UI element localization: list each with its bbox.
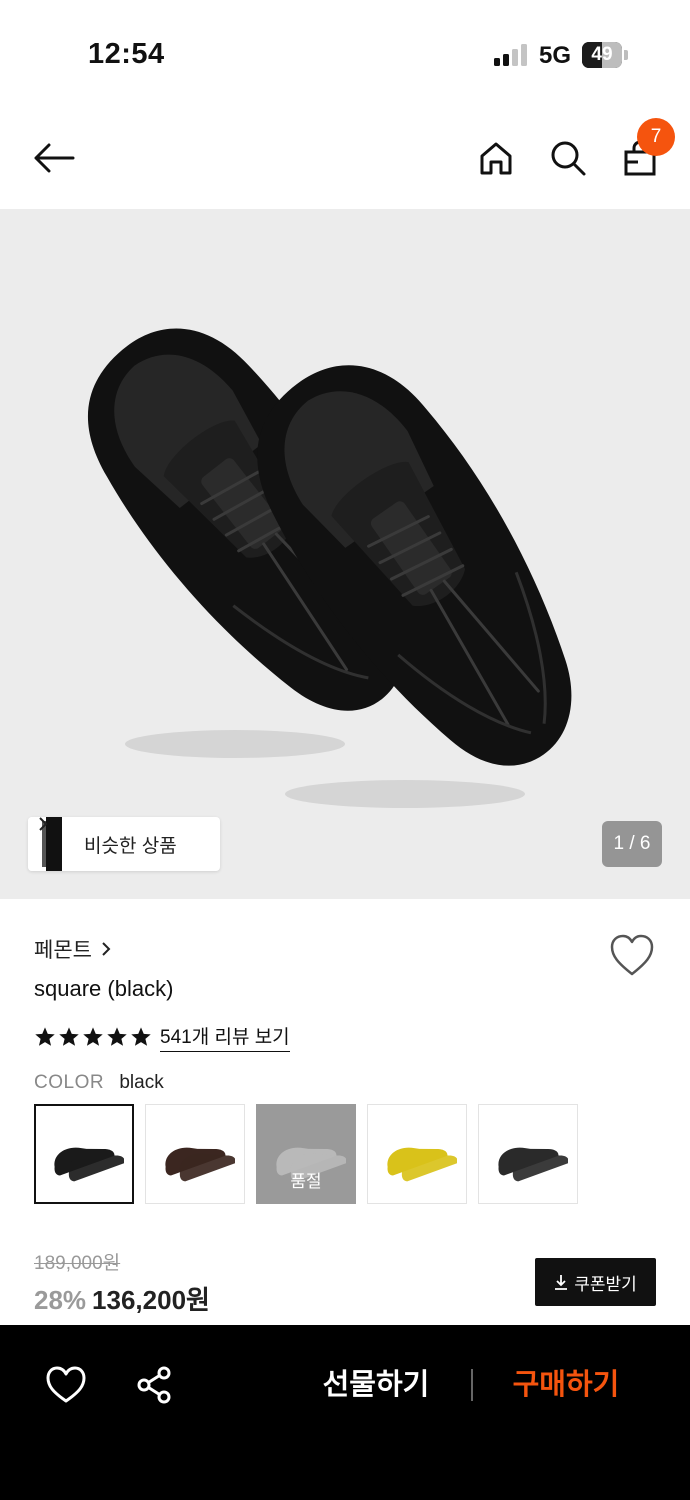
battery-level: 49 — [591, 44, 613, 65]
cart-count-badge: 7 — [637, 118, 675, 156]
coupon-button[interactable]: 쿠폰받기 — [535, 1258, 656, 1306]
star-icon — [35, 1027, 55, 1046]
color-swatch-grey[interactable]: 품절 — [256, 1104, 356, 1204]
gift-button[interactable]: 선물하기 — [300, 1361, 452, 1409]
color-selector-label: COLOR black — [34, 1072, 164, 1094]
chevron-right-icon — [39, 817, 48, 831]
rating-stars — [34, 1026, 152, 1048]
star-icon — [131, 1027, 151, 1046]
original-price: 189,000원 — [34, 1253, 121, 1274]
color-label: COLOR — [34, 1072, 105, 1093]
status-bar: 12:54 5G 49 — [0, 0, 690, 100]
review-link[interactable]: 541개 리뷰 보기 — [160, 1022, 290, 1052]
brand-name: 페몬트 — [34, 939, 92, 962]
signal-icon — [494, 44, 527, 66]
divider — [471, 1369, 473, 1401]
similar-products-label: 비슷한 상품 — [84, 835, 177, 857]
similar-products-button[interactable]: 비슷한 상품 — [28, 817, 220, 871]
star-icon — [107, 1027, 127, 1046]
battery-cap — [624, 50, 628, 60]
status-time: 12:54 — [88, 38, 165, 70]
product-name: square (black) — [34, 976, 174, 1001]
image-page-indicator: 1 / 6 — [602, 821, 662, 867]
back-button[interactable] — [28, 135, 80, 181]
wishlist-button[interactable] — [608, 932, 656, 978]
chevron-right-icon — [102, 942, 111, 956]
shoe-thumbnail — [54, 1147, 124, 1182]
star-icon — [59, 1027, 79, 1046]
color-swatch-black-white[interactable] — [478, 1104, 578, 1204]
network-type: 5G — [539, 42, 572, 69]
product-image — [88, 328, 572, 808]
share-icon — [137, 1366, 171, 1404]
home-button[interactable] — [472, 134, 520, 182]
rating-row: 541개 리뷰 보기 — [34, 1022, 290, 1052]
discount-rate: 28% — [34, 1285, 87, 1315]
bottom-wishlist-button[interactable] — [44, 1365, 88, 1405]
top-nav — [0, 110, 690, 206]
color-swatch-black[interactable] — [34, 1104, 134, 1204]
soldout-label: 품절 — [290, 1172, 322, 1191]
bottom-action-bar: 선물하기 구매하기 — [0, 1325, 690, 1500]
price-row: 28% 136,200원 — [34, 1280, 210, 1317]
back-arrow-icon — [34, 143, 75, 173]
color-swatches: 품절 — [34, 1104, 578, 1204]
shoe-thumbnail — [165, 1147, 235, 1182]
star-icon — [83, 1027, 103, 1046]
color-swatch-yellow[interactable] — [367, 1104, 467, 1204]
buy-button[interactable]: 구매하기 — [490, 1361, 642, 1409]
brand-link[interactable]: 페몬트 — [34, 934, 112, 964]
search-button[interactable] — [544, 134, 592, 182]
coupon-label: 쿠폰받기 — [574, 1274, 637, 1294]
shoe-thumbnail — [498, 1147, 568, 1182]
final-price: 136,200원 — [92, 1285, 210, 1315]
home-icon — [480, 142, 512, 175]
search-icon — [551, 141, 586, 176]
download-icon — [555, 1275, 568, 1290]
color-value: black — [119, 1072, 164, 1093]
color-swatch-brown[interactable] — [145, 1104, 245, 1204]
heart-icon — [610, 934, 654, 976]
shoe-thumbnail — [387, 1147, 457, 1182]
battery-icon: 49 — [582, 42, 622, 68]
product-image-gallery[interactable]: 비슷한 상품 1 / 6 — [0, 209, 690, 899]
heart-icon — [46, 1366, 86, 1403]
share-button[interactable] — [132, 1363, 176, 1407]
